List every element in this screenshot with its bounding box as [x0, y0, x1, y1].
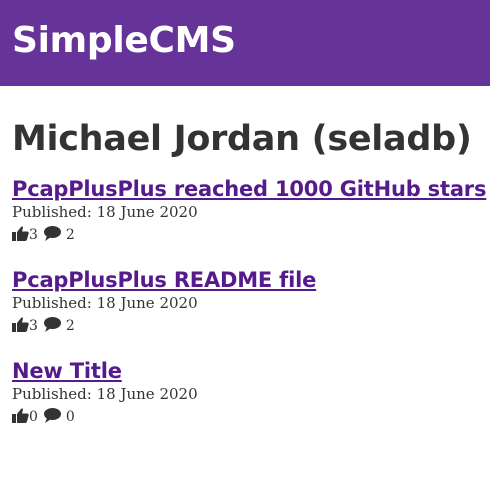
- comment-count: 0: [65, 409, 75, 425]
- post-title-link[interactable]: PcapPlusPlus reached 1000 GitHub stars: [12, 176, 486, 202]
- main-content: Michael Jordan (seladb) PcapPlusPlus rea…: [0, 86, 490, 426]
- site-header: SimpleCMS: [0, 0, 490, 86]
- page-title: Michael Jordan (seladb): [12, 119, 472, 159]
- comment-icon[interactable]: [43, 316, 61, 332]
- post-title-link[interactable]: New Title: [12, 358, 122, 384]
- post-item: PcapPlusPlus reached 1000 GitHub stars P…: [12, 176, 486, 244]
- thumbs-up-icon[interactable]: [12, 316, 29, 332]
- post-published-date: Published: 18 June 2020: [12, 203, 198, 221]
- post-item: New Title Published: 18 June 2020 0 0: [12, 358, 484, 426]
- comment-count: 2: [65, 318, 75, 334]
- post-published-date: Published: 18 June 2020: [12, 294, 198, 312]
- comment-count: 2: [65, 227, 75, 243]
- post-stats: 3 2: [12, 222, 484, 244]
- comment-icon[interactable]: [43, 407, 61, 423]
- like-count: 3: [29, 318, 38, 334]
- like-count: 3: [29, 227, 38, 243]
- post-published-date: Published: 18 June 2020: [12, 385, 198, 403]
- post-list: PcapPlusPlus reached 1000 GitHub stars P…: [12, 176, 486, 426]
- thumbs-up-icon[interactable]: [12, 407, 29, 423]
- thumbs-up-icon[interactable]: [12, 225, 29, 241]
- post-item: PcapPlusPlus README file Published: 18 J…: [12, 267, 484, 335]
- post-stats: 3 2: [12, 313, 484, 335]
- post-title-link[interactable]: PcapPlusPlus README file: [12, 267, 316, 293]
- like-count: 0: [29, 409, 38, 425]
- app-title[interactable]: SimpleCMS: [12, 20, 236, 61]
- post-stats: 0 0: [12, 404, 484, 426]
- comment-icon[interactable]: [43, 225, 61, 241]
